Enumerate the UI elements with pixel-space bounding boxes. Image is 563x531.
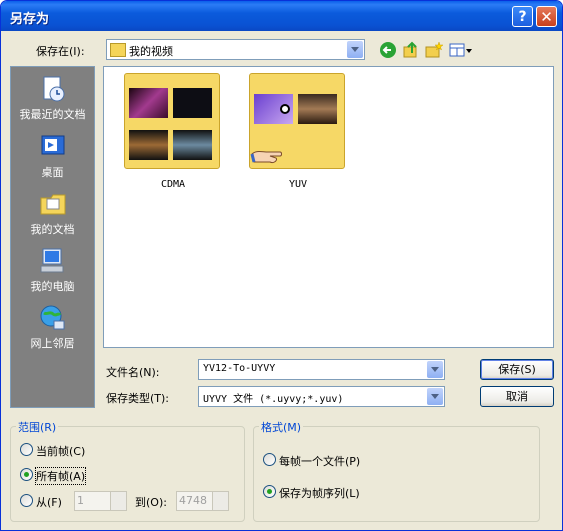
filename-combo[interactable]: YV12-To-UYVY xyxy=(198,359,445,380)
filename-label: 文件名(N): xyxy=(106,366,160,379)
radio-per-frame[interactable] xyxy=(263,453,276,466)
folder-item[interactable]: YUV xyxy=(243,73,345,203)
range-title: 范围(R) xyxy=(16,419,59,435)
format-group: 格式(M) xyxy=(253,419,540,522)
folder-icon xyxy=(124,73,220,169)
new-folder-icon[interactable] xyxy=(425,41,444,59)
from-frame-value: 1 xyxy=(77,494,84,507)
place-label: 我最近的文档 xyxy=(19,108,86,121)
folder-item[interactable]: CDMA xyxy=(118,73,220,203)
folder-name: YUV xyxy=(288,179,308,190)
from-label[interactable]: 从(F) xyxy=(36,494,62,510)
chevron-down-icon[interactable] xyxy=(427,388,443,405)
chevron-down-icon[interactable] xyxy=(347,41,363,58)
sequence-label[interactable]: 保存为帧序列(L) xyxy=(279,485,360,501)
per-frame-label[interactable]: 每帧一个文件(P) xyxy=(279,453,360,469)
thumbnail-image xyxy=(173,130,212,160)
chevron-down-icon[interactable] xyxy=(427,361,443,378)
filetype-label: 保存类型(T): xyxy=(106,392,170,405)
radio-all-frames[interactable] xyxy=(20,468,33,481)
help-button[interactable]: ? xyxy=(512,6,533,27)
radio-current-frame[interactable] xyxy=(20,443,33,456)
save-in-combo[interactable]: 我的视频 xyxy=(106,39,365,60)
folder-icon xyxy=(249,73,345,169)
spinner-arrows-icon[interactable] xyxy=(212,492,228,510)
save-as-dialog: 另存为 ? ✕ 保存在(I): 我的视频 我最近的文档 桌面 我的文档 我的电脑… xyxy=(0,0,563,531)
place-desktop[interactable]: 桌面 xyxy=(11,129,94,185)
place-label: 网上邻居 xyxy=(30,337,75,350)
place-label: 我的电脑 xyxy=(30,280,75,293)
all-frames-label[interactable]: 所有帧(A) xyxy=(34,467,87,485)
dialog-title: 另存为 xyxy=(10,12,50,27)
thumbnail-image xyxy=(173,88,212,118)
place-label: 我的文档 xyxy=(30,223,75,236)
desktop-icon xyxy=(41,135,64,155)
radio-from[interactable] xyxy=(20,494,33,507)
thumbnail-image xyxy=(129,130,168,160)
back-icon[interactable] xyxy=(379,41,397,59)
current-frame-label[interactable]: 当前帧(C) xyxy=(36,443,85,459)
place-my-computer[interactable]: 我的电脑 xyxy=(11,243,94,299)
to-frame-value: 4748 xyxy=(179,494,207,507)
my-documents-icon xyxy=(40,194,65,215)
thumbnail-image xyxy=(254,94,293,124)
radio-sequence[interactable] xyxy=(263,485,276,498)
place-network[interactable]: 网上邻居 xyxy=(11,300,94,356)
spinner-arrows-icon[interactable] xyxy=(110,492,126,510)
from-frame-spinner[interactable]: 1 xyxy=(74,491,127,511)
filetype-value: UYVY 文件 (*.uyvy;*.yuv) xyxy=(203,394,344,405)
shared-hand-icon xyxy=(250,151,282,163)
title-bar: 另存为 ? ✕ xyxy=(1,1,562,31)
save-in-value: 我的视频 xyxy=(129,45,173,58)
file-list[interactable]: CDMA YUV xyxy=(103,66,554,348)
filetype-combo[interactable]: UYVY 文件 (*.uyvy;*.yuv) xyxy=(198,386,445,407)
my-computer-icon xyxy=(40,248,63,273)
network-places-icon xyxy=(40,305,64,330)
to-label: 到(O): xyxy=(135,496,167,509)
place-my-documents[interactable]: 我的文档 xyxy=(11,186,94,242)
place-recent-documents[interactable]: 我最近的文档 xyxy=(11,71,94,127)
close-button[interactable]: ✕ xyxy=(536,6,557,27)
filename-value: YV12-To-UYVY xyxy=(203,363,276,374)
places-bar: 我最近的文档 桌面 我的文档 我的电脑 网上邻居 xyxy=(10,66,95,408)
recent-documents-icon xyxy=(43,76,64,102)
format-title: 格式(M) xyxy=(259,419,304,435)
to-frame-spinner[interactable]: 4748 xyxy=(176,491,229,511)
up-folder-icon[interactable] xyxy=(402,41,420,59)
cancel-button[interactable]: 取消 xyxy=(480,386,554,407)
view-menu-icon[interactable] xyxy=(449,41,473,59)
save-in-label: 保存在(I): xyxy=(36,45,85,58)
folder-video-icon xyxy=(110,43,126,57)
thumbnail-image xyxy=(129,88,168,118)
thumbnail-image xyxy=(298,94,337,124)
save-button[interactable]: 保存(S) xyxy=(480,359,554,380)
folder-name: CDMA xyxy=(160,179,186,190)
place-label: 桌面 xyxy=(41,166,64,179)
